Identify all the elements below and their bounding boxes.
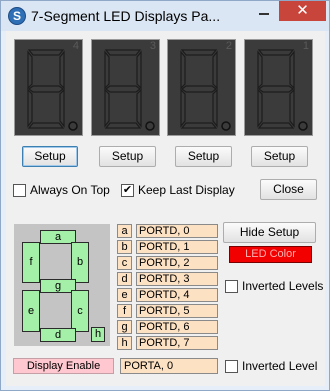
segment-outline-icon	[104, 49, 155, 131]
digit-display-2: 2	[167, 39, 236, 136]
led-color-button[interactable]: LED Color	[229, 246, 312, 263]
pin-field-b[interactable]: PORTD, 1	[136, 240, 218, 254]
hide-setup-button[interactable]: Hide Setup	[223, 222, 316, 243]
pin-letter-a: a	[117, 224, 132, 238]
pin-field-a[interactable]: PORTD, 0	[136, 224, 218, 238]
setup-button-4[interactable]: Setup	[22, 146, 78, 167]
segment-c[interactable]: c	[71, 290, 89, 332]
setup-button-2[interactable]: Setup	[175, 146, 232, 167]
minimize-button[interactable]	[251, 1, 277, 21]
setup-button-3[interactable]: Setup	[99, 146, 156, 167]
pin-letter-g: g	[117, 320, 132, 334]
app-window: S 7-Segment LED Displays Pa... ✕ 4 3 2 1…	[0, 0, 330, 391]
digit-display-1: 1	[244, 39, 313, 136]
segment-outline-icon	[27, 49, 78, 131]
digit-display-3: 3	[91, 39, 160, 136]
segment-outline-icon	[180, 49, 231, 131]
pin-field-f[interactable]: PORTD, 5	[136, 304, 218, 318]
keep-last-display-label: Keep Last Display	[138, 183, 235, 197]
window-title: 7-Segment LED Displays Pa...	[31, 8, 221, 24]
display-enable-label: Display Enable	[13, 358, 114, 374]
pin-field-e[interactable]: PORTD, 4	[136, 288, 218, 302]
pin-letter-b: b	[117, 240, 132, 254]
pin-field-g[interactable]: PORTD, 6	[136, 320, 218, 334]
segment-b[interactable]: b	[71, 242, 89, 283]
pin-letter-h: h	[117, 336, 132, 350]
digit-display-4: 4	[14, 39, 83, 136]
inverted-levels-checkbox[interactable]	[225, 280, 238, 293]
title-bar[interactable]: S 7-Segment LED Displays Pa... ✕	[1, 1, 329, 31]
pin-letter-d: d	[117, 272, 132, 286]
pin-field-c[interactable]: PORTD, 2	[136, 256, 218, 270]
close-button[interactable]: Close	[260, 179, 317, 200]
app-logo-icon: S	[8, 7, 26, 25]
minimize-icon	[259, 13, 269, 15]
inverted-levels-label: Inverted Levels	[242, 279, 324, 293]
inverted-level-label: Inverted Level	[242, 359, 318, 373]
pin-field-h[interactable]: PORTD, 7	[136, 336, 218, 350]
pin-letter-e: e	[117, 288, 132, 302]
display-enable-field[interactable]: PORTA, 0	[120, 358, 218, 374]
window-close-button[interactable]: ✕	[279, 1, 326, 21]
setup-button-1[interactable]: Setup	[251, 146, 308, 167]
segment-h[interactable]: h	[91, 327, 105, 342]
pin-field-d[interactable]: PORTD, 3	[136, 272, 218, 286]
pin-letter-c: c	[117, 256, 132, 270]
keep-last-display-checkbox[interactable]: ✔	[121, 184, 134, 197]
always-on-top-label: Always On Top	[30, 183, 110, 197]
pin-letter-f: f	[117, 304, 132, 318]
client-area: 4 3 2 1 Setup Setup Setup Setup Always O…	[6, 31, 325, 386]
inverted-level-checkbox[interactable]	[225, 360, 238, 373]
segment-outline-icon	[257, 49, 308, 131]
segment-d[interactable]: d	[40, 328, 76, 342]
always-on-top-checkbox[interactable]	[13, 184, 26, 197]
segment-e[interactable]: e	[22, 290, 40, 332]
segment-f[interactable]: f	[22, 242, 40, 283]
segment-diagram: a f b g e c d h	[14, 224, 110, 346]
